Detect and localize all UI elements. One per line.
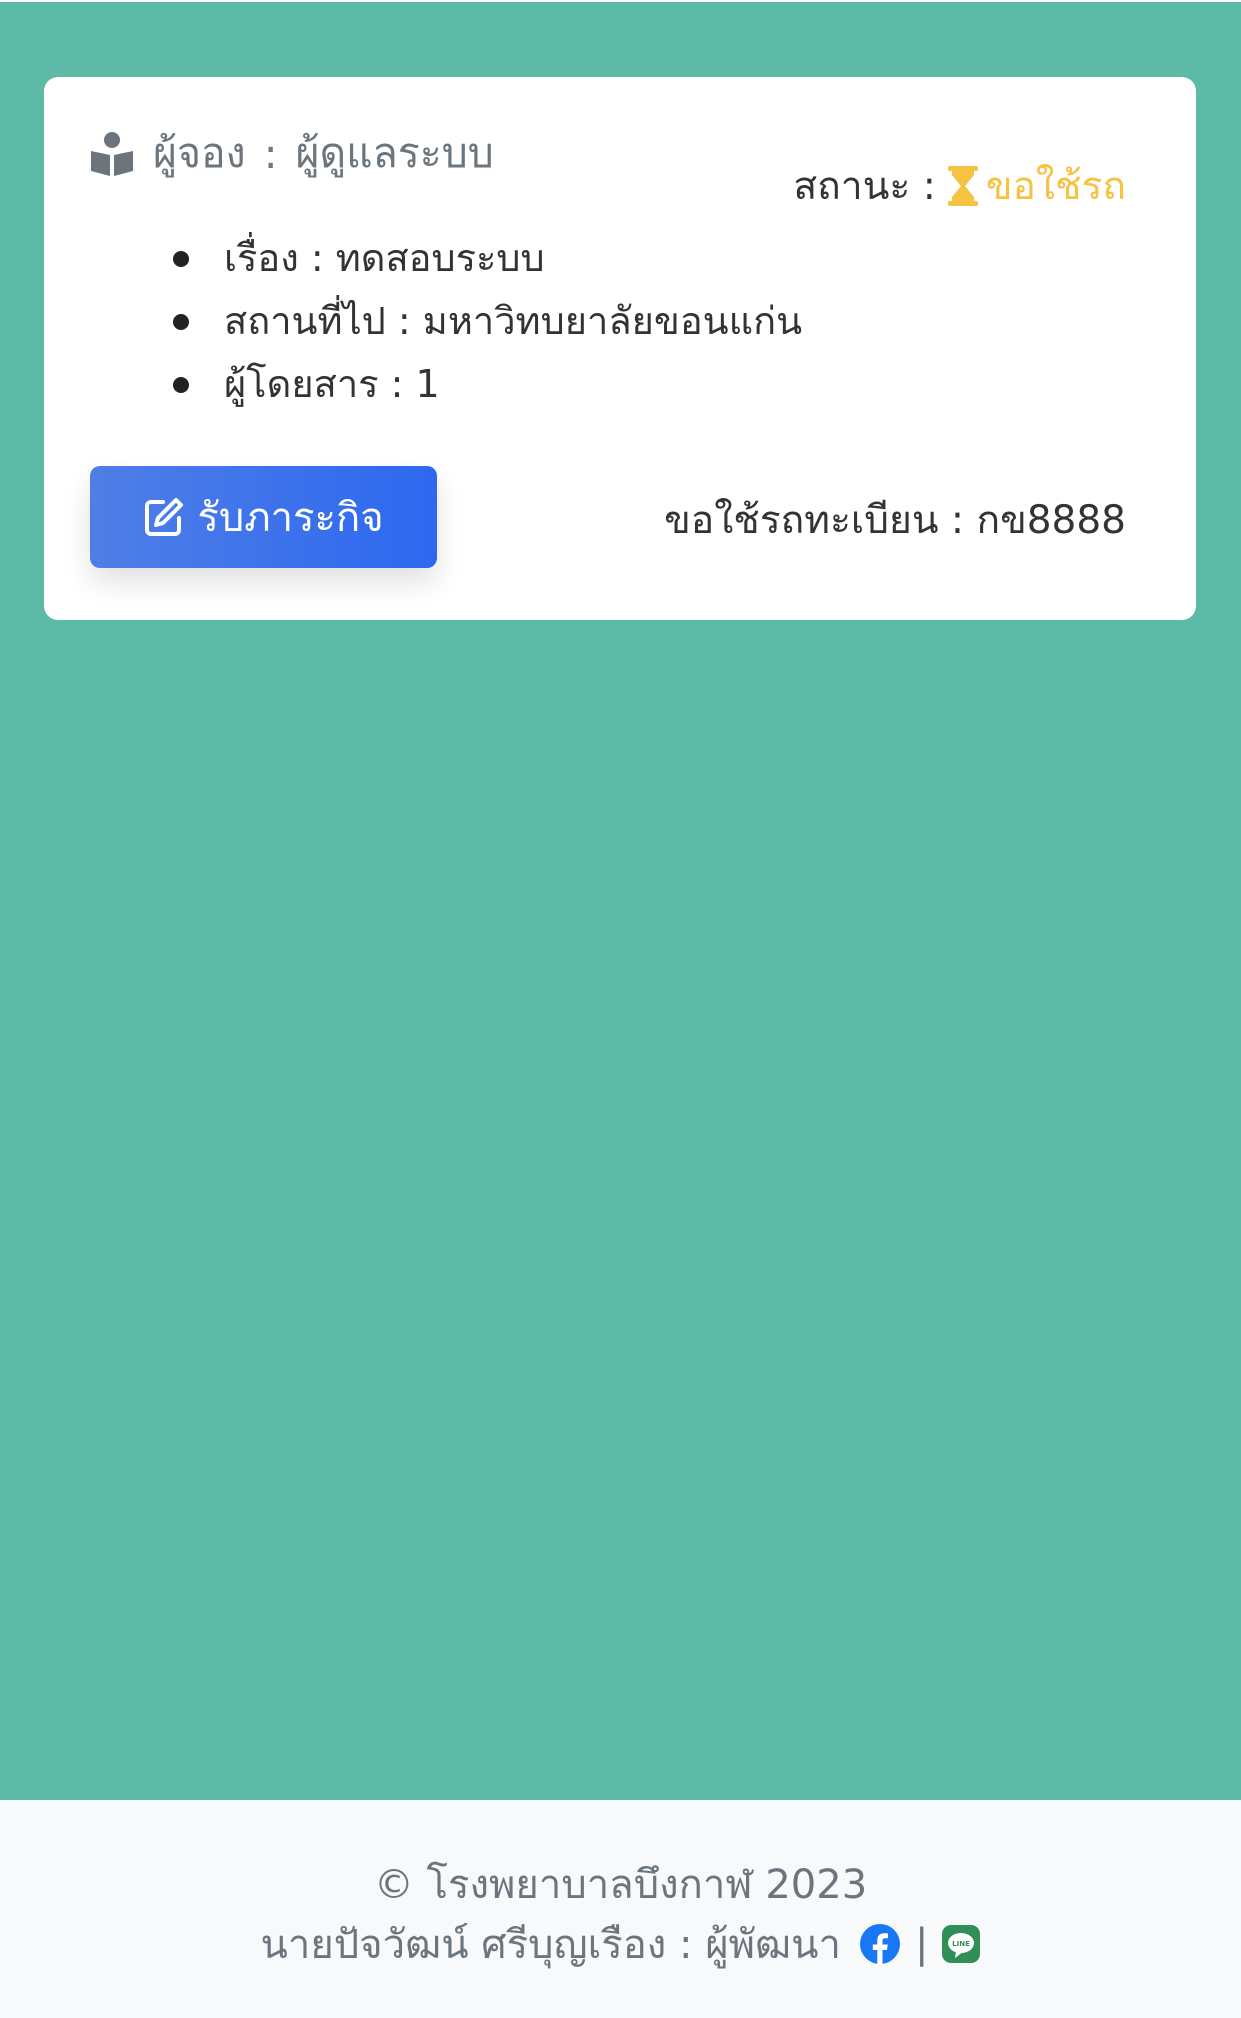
detail-value: ทดสอบระบบ	[335, 236, 545, 280]
detail-label: สถานที่ไป :	[224, 299, 423, 343]
booker-name: ผู้ดูแลระบบ	[295, 129, 494, 177]
detail-label: ผู้โดยสาร :	[224, 362, 416, 406]
copyright-text: © โรงพยาบาลบึงกาฬ 2023	[373, 1862, 868, 1908]
book-reader-icon	[89, 131, 135, 177]
plate-info: ขอใช้รถทะเบียน : กข8888	[664, 489, 1126, 551]
detail-value: มหาวิทบยาลัยขอนแก่น	[422, 299, 803, 343]
status-label: สถานะ :	[793, 164, 936, 209]
footer: © โรงพยาบาลบึงกาฬ 2023 นายปัจวัฒน์ ศรีบุ…	[0, 1800, 1241, 2018]
detail-destination: สถานที่ไป : มหาวิทบยาลัยขอนแก่น	[131, 290, 802, 353]
bullet	[173, 377, 189, 393]
detail-value: 1	[415, 362, 440, 406]
booker-separator: :	[263, 129, 278, 178]
status-indicator: สถานะ : ขอใช้รถ	[793, 155, 1126, 217]
svg-text:LINE: LINE	[953, 1940, 971, 1948]
detail-subject: เรื่อง : ทดสอบระบบ	[131, 227, 802, 290]
edit-icon	[143, 496, 185, 538]
status-value: ขอใช้รถ	[985, 164, 1126, 209]
developer-text: นายปัจวัฒน์ ศรีบุญเรือง : ผู้พัฒนา	[260, 1922, 841, 1968]
booking-card: ผู้จอง : ผู้ดูแลระบบ สถานะ : ขอใช้รถ เรื…	[44, 77, 1196, 620]
accept-mission-label: รับภาระกิจ	[197, 495, 384, 541]
bullet	[173, 314, 189, 330]
plate-value: กข8888	[976, 498, 1126, 543]
booking-details-list: เรื่อง : ทดสอบระบบ สถานที่ไป : มหาวิทบยา…	[131, 227, 802, 416]
booker-header: ผู้จอง : ผู้ดูแลระบบ	[89, 121, 494, 186]
facebook-icon[interactable]	[859, 1923, 901, 1965]
line-icon[interactable]: LINE	[942, 1925, 981, 1963]
top-border	[0, 0, 1241, 2]
accept-mission-button[interactable]: รับภาระกิจ	[90, 466, 437, 568]
detail-label: เรื่อง :	[224, 236, 336, 280]
developer-line: นายปัจวัฒน์ ศรีบุญเรือง : ผู้พัฒนา | LIN…	[0, 1912, 1241, 1976]
footer-separator: |	[914, 1921, 929, 1967]
plate-label: ขอใช้รถทะเบียน :	[664, 498, 977, 543]
detail-passengers: ผู้โดยสาร : 1	[131, 353, 802, 416]
hourglass-icon	[946, 165, 980, 207]
booker-label: ผู้จอง	[153, 129, 246, 177]
bullet	[173, 251, 189, 267]
